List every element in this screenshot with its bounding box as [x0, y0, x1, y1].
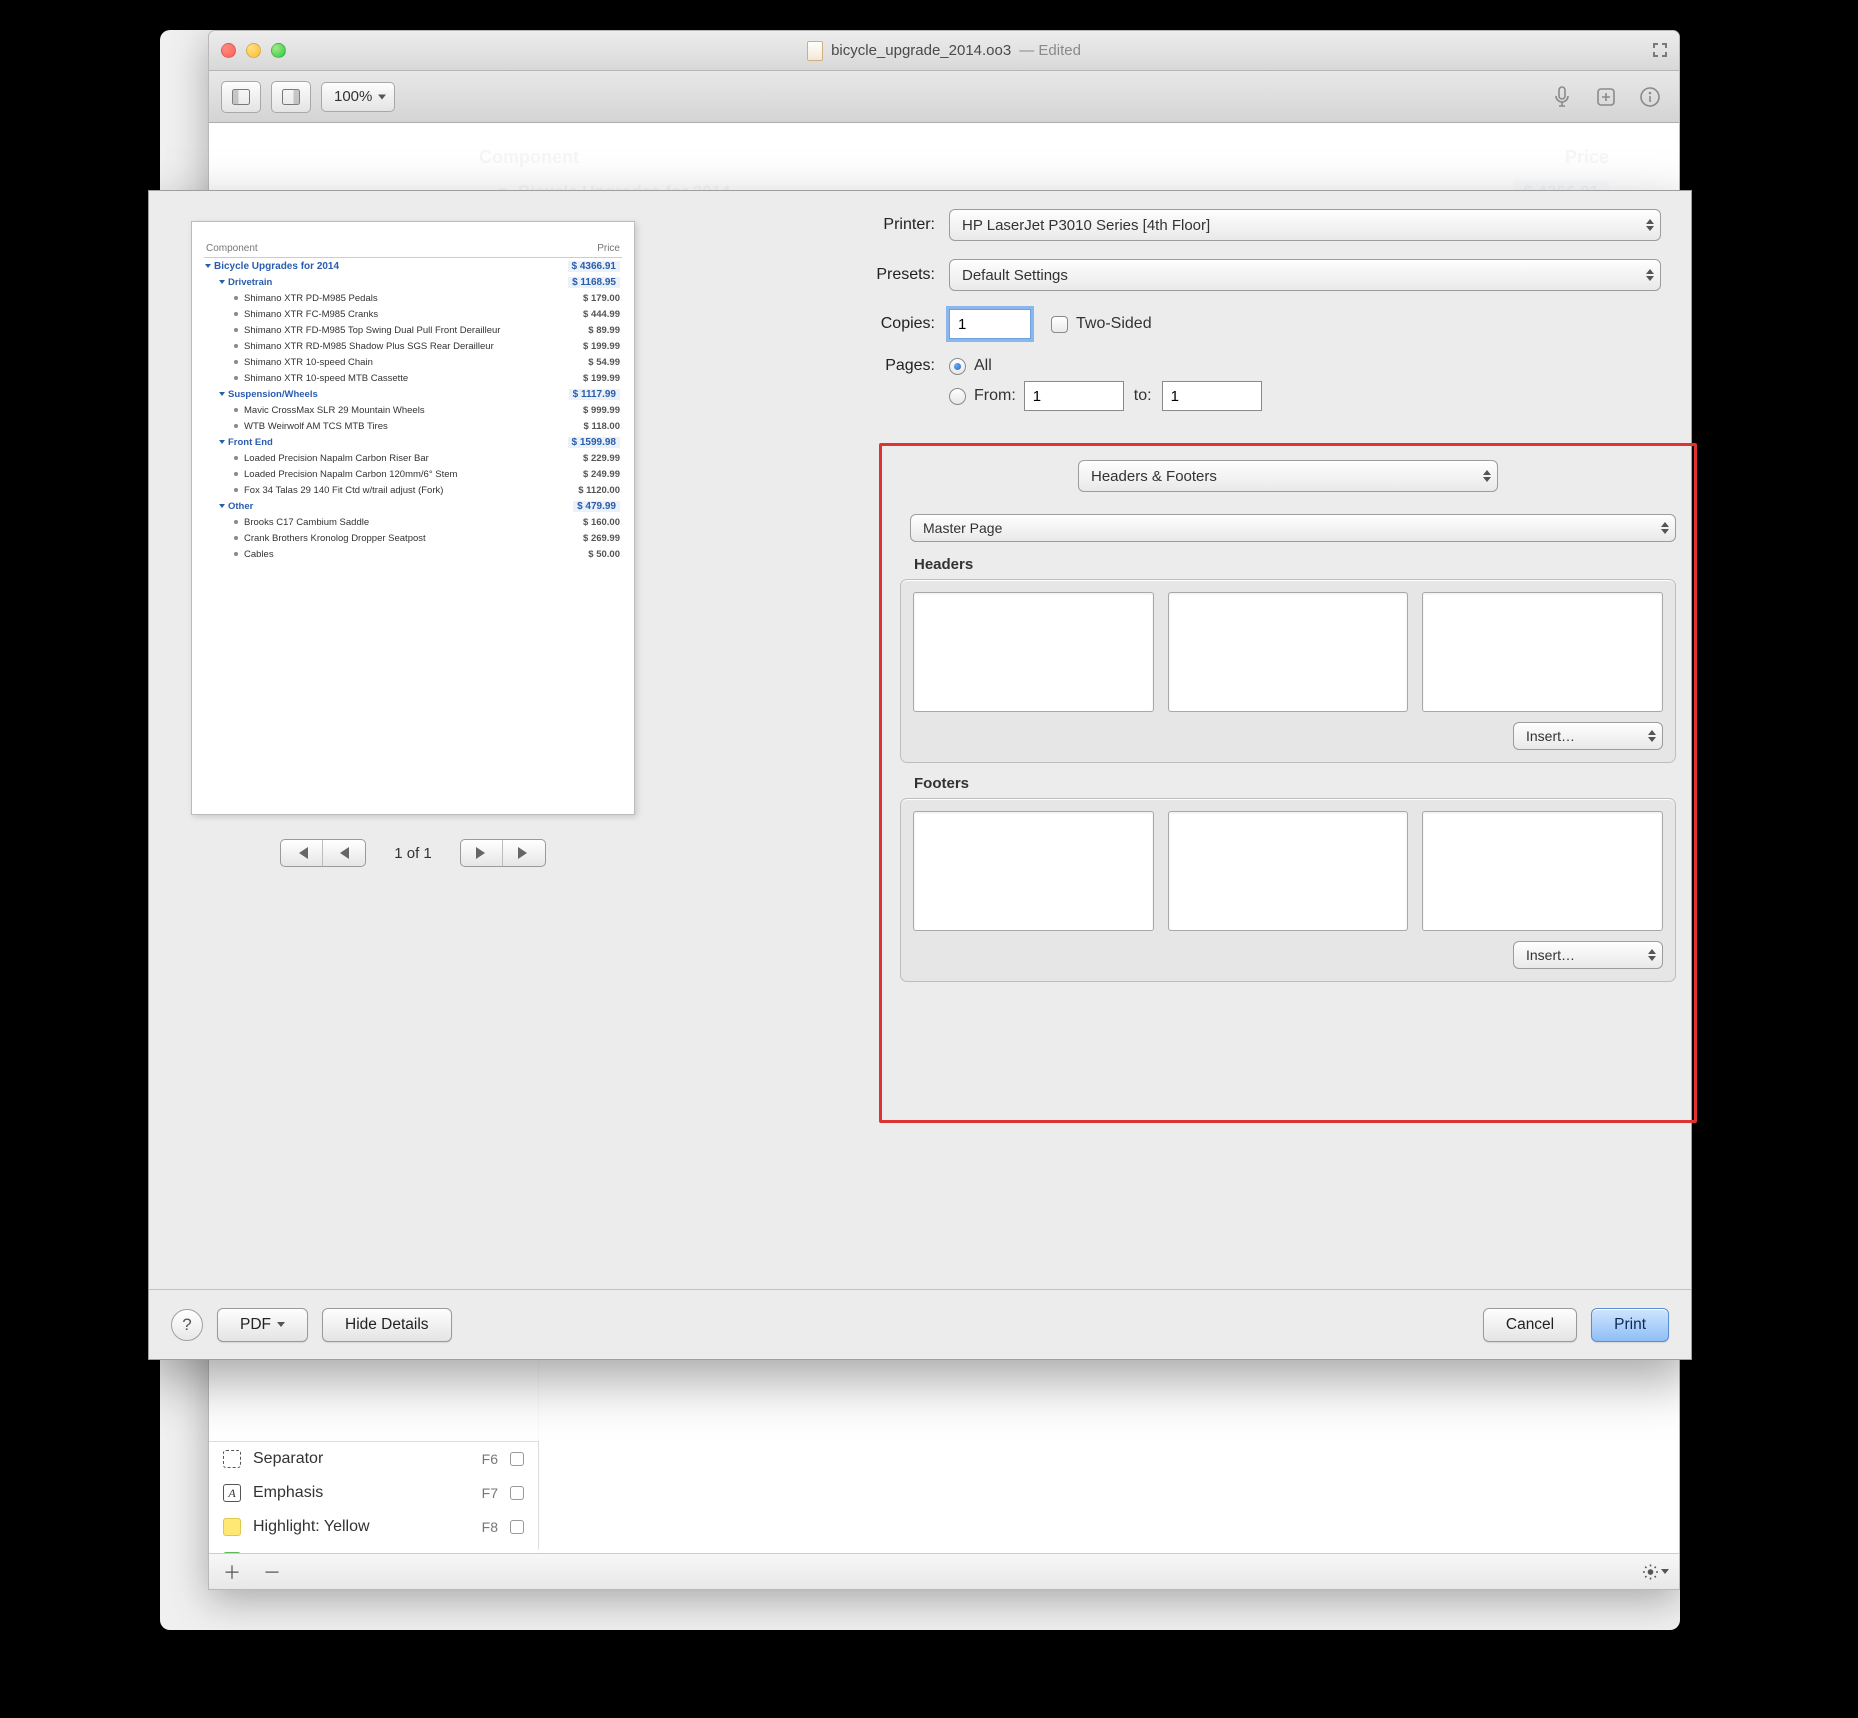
window-minimize-button[interactable]	[246, 43, 261, 58]
print-dialog-buttons: ? PDF Hide Details Cancel Print	[149, 1289, 1691, 1359]
toolbar-utility-toggle[interactable]	[271, 81, 311, 113]
pages-label: Pages:	[699, 357, 949, 375]
pages-to-label: to:	[1134, 387, 1152, 405]
window-title: bicycle_upgrade_2014.oo3 — Edited	[209, 41, 1679, 61]
preview-next-last-segment[interactable]	[460, 839, 546, 867]
pages-range-radio[interactable]	[949, 388, 966, 405]
presets-label: Presets:	[699, 266, 949, 284]
window-close-button[interactable]	[221, 43, 236, 58]
add-style-button[interactable]: ＋	[219, 1561, 245, 1583]
hide-details-button[interactable]: Hide Details	[322, 1308, 452, 1342]
style-row[interactable]: SeparatorF6	[209, 1442, 538, 1476]
printer-label: Printer:	[699, 216, 949, 234]
copies-label: Copies:	[699, 315, 949, 333]
zoom-select[interactable]: 100%	[321, 82, 395, 112]
headers-label: Headers	[914, 556, 1676, 573]
cancel-button[interactable]: Cancel	[1483, 1308, 1577, 1342]
headers-group: Insert…	[900, 579, 1676, 763]
footer-right-field[interactable]	[1422, 811, 1663, 931]
presets-select[interactable]: Default Settings	[949, 259, 1661, 291]
preview-page-indicator: 1 of 1	[394, 845, 432, 862]
pages-all-radio[interactable]	[949, 358, 966, 375]
header-right-field[interactable]	[1422, 592, 1663, 712]
style-row[interactable]: Highlight: YellowF8	[209, 1510, 538, 1544]
titlebar: bicycle_upgrade_2014.oo3 — Edited	[209, 31, 1679, 71]
footer-center-field[interactable]	[1168, 811, 1409, 931]
toolbar-sidebar-toggle[interactable]	[221, 81, 261, 113]
twosided-checkbox[interactable]	[1051, 316, 1068, 333]
preview-last-button[interactable]	[503, 840, 545, 866]
copies-input[interactable]	[949, 309, 1031, 339]
window-zoom-button[interactable]	[271, 43, 286, 58]
style-row[interactable]: AEmphasisF7	[209, 1476, 538, 1510]
print-preview-panel: Component Price Bicycle Upgrades for 201…	[149, 191, 679, 1359]
pages-to-input[interactable]	[1162, 381, 1262, 411]
footers-group: Insert…	[900, 798, 1676, 982]
toolbar: 100%	[209, 71, 1679, 123]
fullscreen-icon[interactable]	[1651, 41, 1669, 59]
page-scope-select[interactable]: Master Page	[910, 514, 1676, 542]
print-section-select[interactable]: Headers & Footers	[1078, 460, 1498, 492]
sidebar-styles: SeparatorF6AEmphasisF7Highlight: YellowF…	[209, 1441, 539, 1549]
preview-prev-button[interactable]	[323, 840, 365, 866]
document-icon	[807, 41, 823, 61]
header-left-field[interactable]	[913, 592, 1154, 712]
printer-select[interactable]: HP LaserJet P3010 Series [4th Floor]	[949, 209, 1661, 241]
footers-label: Footers	[914, 775, 1676, 792]
style-actions-menu[interactable]	[1643, 1561, 1669, 1583]
pdf-menu-button[interactable]: PDF	[217, 1308, 308, 1342]
help-button[interactable]: ?	[171, 1309, 203, 1341]
pages-from-input[interactable]	[1024, 381, 1124, 411]
remove-style-button[interactable]: －	[259, 1561, 285, 1583]
print-button[interactable]: Print	[1591, 1308, 1669, 1342]
print-dialog-sheet: Component Price Bicycle Upgrades for 201…	[148, 190, 1692, 1360]
preview-first-button[interactable]	[281, 840, 323, 866]
preview-first-prev-segment[interactable]	[280, 839, 366, 867]
pages-all-label: All	[974, 357, 992, 375]
print-options-panel: Printer: HP LaserJet P3010 Series [4th F…	[679, 191, 1691, 1359]
pages-from-label: From:	[974, 387, 1016, 405]
twosided-label: Two-Sided	[1076, 315, 1152, 333]
sidebar-bottom-bar: ＋ －	[209, 1553, 1679, 1589]
attach-icon[interactable]	[1589, 80, 1623, 114]
preview-next-button[interactable]	[461, 840, 503, 866]
print-preview-page: Component Price Bicycle Upgrades for 201…	[191, 221, 635, 815]
info-icon[interactable]	[1633, 80, 1667, 114]
microphone-icon[interactable]	[1545, 80, 1579, 114]
header-center-field[interactable]	[1168, 592, 1409, 712]
footers-insert-menu[interactable]: Insert…	[1513, 941, 1663, 969]
headers-insert-menu[interactable]: Insert…	[1513, 722, 1663, 750]
headers-footers-section: Headers & Footers Master Page Headers	[879, 443, 1697, 1123]
footer-left-field[interactable]	[913, 811, 1154, 931]
